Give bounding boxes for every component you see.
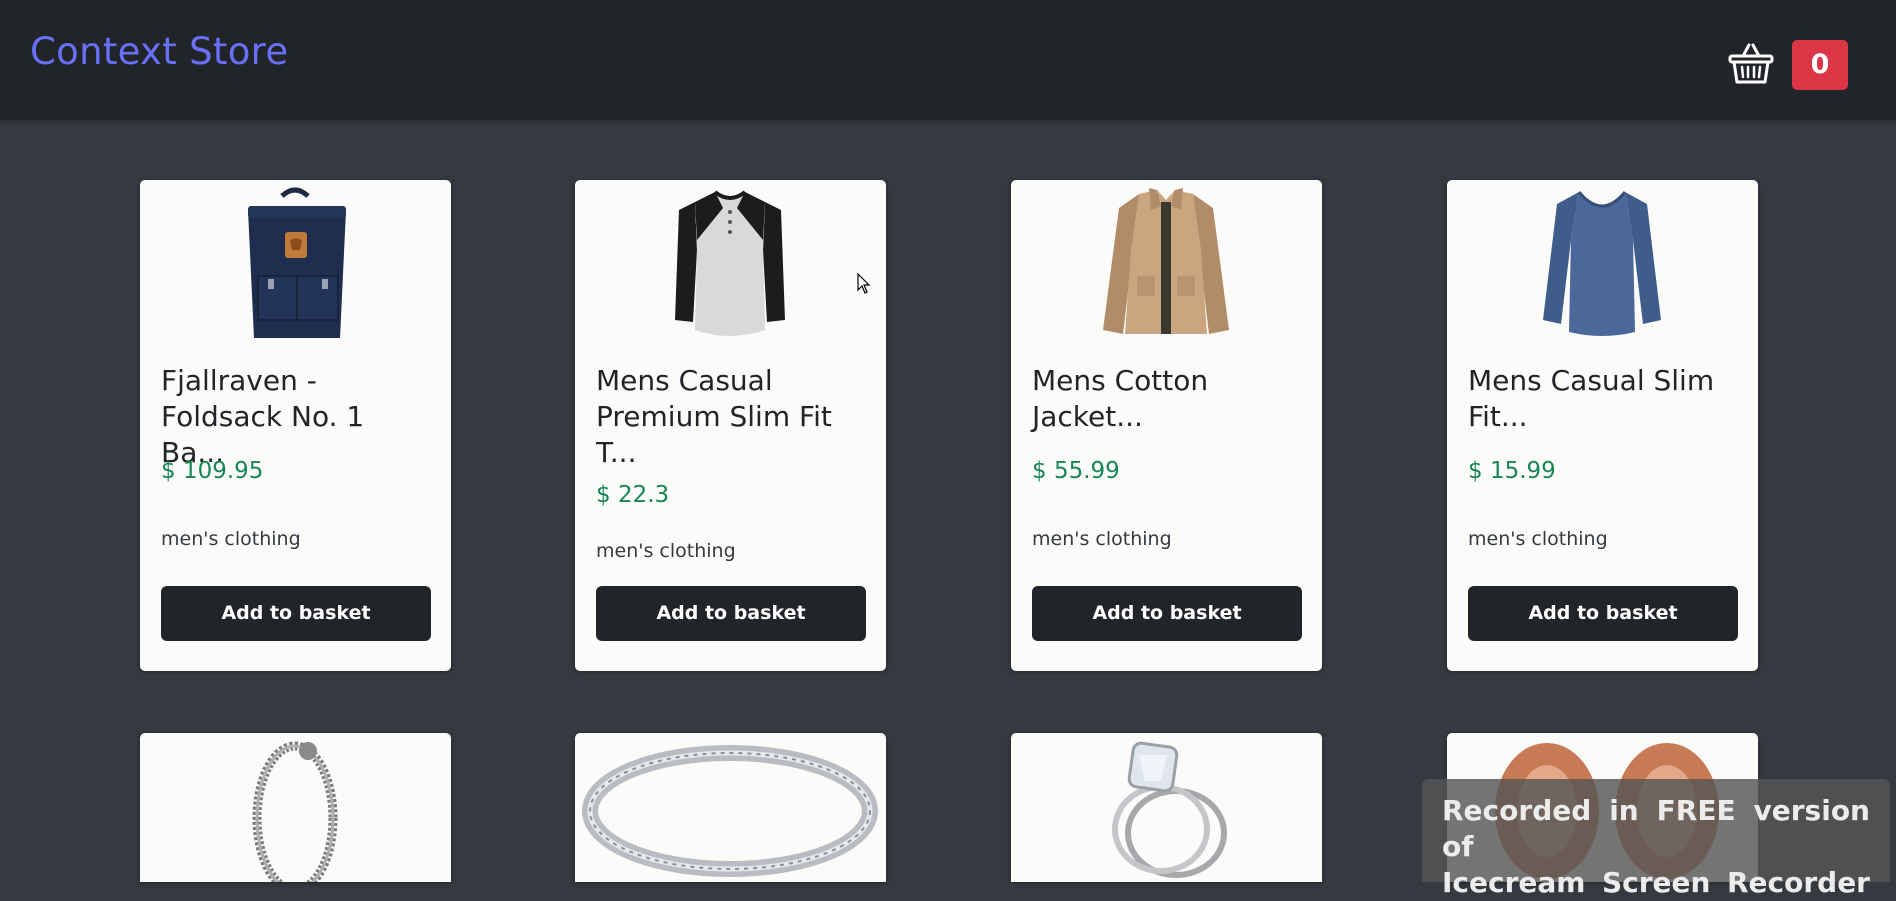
watermark-line-2: Icecream Screen Recorder bbox=[1442, 866, 1870, 899]
product-category: men's clothing bbox=[596, 540, 736, 562]
product-category: men's clothing bbox=[1468, 528, 1608, 550]
product-card: Fjallraven - Foldsack No. 1 Ba... $ 109.… bbox=[140, 180, 451, 671]
mouse-cursor-icon bbox=[857, 273, 871, 294]
product-title[interactable]: Mens Casual Premium Slim Fit T... bbox=[596, 363, 866, 471]
watermark-line-1: Recorded in FREE version of bbox=[1442, 794, 1870, 863]
basket-icon[interactable] bbox=[1728, 40, 1774, 86]
product-card bbox=[140, 733, 451, 882]
brand-logo[interactable]: Context Store bbox=[30, 30, 288, 73]
chain-bracelet-image[interactable] bbox=[140, 733, 451, 882]
add-to-basket-button[interactable]: Add to basket bbox=[1032, 586, 1302, 641]
product-price: $ 22.3 bbox=[596, 482, 670, 508]
product-title[interactable]: Fjallraven - Foldsack No. 1 Ba... bbox=[161, 363, 431, 471]
silver-ring-image[interactable] bbox=[575, 733, 886, 882]
product-category: men's clothing bbox=[1032, 528, 1172, 550]
product-title[interactable]: Mens Cotton Jacket... bbox=[1032, 363, 1302, 435]
product-category: men's clothing bbox=[161, 528, 301, 550]
product-price: $ 15.99 bbox=[1468, 458, 1556, 484]
add-to-basket-button[interactable]: Add to basket bbox=[161, 586, 431, 641]
product-card: Mens Casual Slim Fit... $ 15.99 men's cl… bbox=[1447, 180, 1758, 671]
backpack-image[interactable] bbox=[140, 180, 451, 345]
basket-count-badge[interactable]: 0 bbox=[1792, 40, 1848, 90]
navbar: Context Store 0 bbox=[0, 0, 1896, 120]
product-card: Mens Casual Premium Slim Fit T... $ 22.3… bbox=[575, 180, 886, 671]
product-card: Mens Cotton Jacket... $ 55.99 men's clot… bbox=[1011, 180, 1322, 671]
product-title[interactable]: Mens Casual Slim Fit... bbox=[1468, 363, 1738, 435]
product-card bbox=[1011, 733, 1322, 882]
product-card bbox=[575, 733, 886, 882]
long-sleeve-tshirt-image[interactable] bbox=[1447, 180, 1758, 345]
diamond-ring-image[interactable] bbox=[1011, 733, 1322, 882]
recorder-watermark: Recorded in FREE version of Icecream Scr… bbox=[1422, 779, 1890, 899]
product-price: $ 109.95 bbox=[161, 458, 264, 484]
add-to-basket-button[interactable]: Add to basket bbox=[1468, 586, 1738, 641]
add-to-basket-button[interactable]: Add to basket bbox=[596, 586, 866, 641]
product-price: $ 55.99 bbox=[1032, 458, 1120, 484]
raglan-tshirt-image[interactable] bbox=[575, 180, 886, 345]
jacket-image[interactable] bbox=[1011, 180, 1322, 345]
